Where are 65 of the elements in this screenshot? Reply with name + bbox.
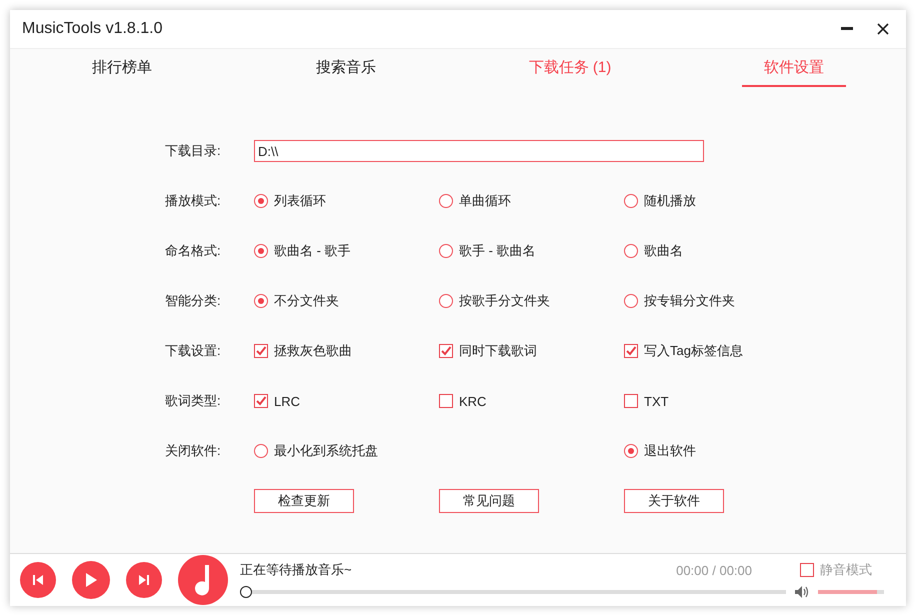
progress-track[interactable] xyxy=(240,586,786,598)
radio-button[interactable] xyxy=(439,244,453,258)
window-title: MusicTools v1.8.1.0 xyxy=(22,20,163,38)
radio-button[interactable] xyxy=(439,194,453,208)
tab[interactable]: 下载任务 (1) xyxy=(508,49,632,87)
option-label: 拯救灰色歌曲 xyxy=(274,342,352,360)
mute-label: 静音模式 xyxy=(820,561,872,579)
radio-button[interactable] xyxy=(624,294,638,308)
field-label: 下载目录: xyxy=(165,142,222,160)
action-button[interactable]: 检查更新 xyxy=(254,489,354,513)
play-button[interactable] xyxy=(72,561,110,599)
field-label: 关闭软件: xyxy=(165,442,222,460)
radio-button[interactable] xyxy=(624,244,638,258)
next-button[interactable] xyxy=(126,562,162,598)
tab[interactable]: 软件设置 xyxy=(742,49,846,87)
minimize-icon xyxy=(841,27,853,31)
action-button[interactable]: 关于软件 xyxy=(624,489,724,513)
radio-button[interactable] xyxy=(254,194,268,208)
input-field[interactable]: D:\\ xyxy=(254,140,704,162)
checkbox[interactable] xyxy=(254,394,268,408)
radio-button[interactable] xyxy=(624,444,638,458)
option-label: 同时下载歌词 xyxy=(459,342,537,360)
next-icon xyxy=(138,574,150,586)
field-label: 智能分类: xyxy=(165,292,222,310)
option-label: 按歌手分文件夹 xyxy=(459,292,550,310)
time-text: 00:00 / 00:00 xyxy=(676,562,752,578)
field-label: 播放模式: xyxy=(165,192,222,210)
radio-button[interactable] xyxy=(254,444,268,458)
option-label: 歌曲名 xyxy=(644,242,683,260)
checkbox[interactable] xyxy=(624,394,638,408)
radio-button[interactable] xyxy=(624,194,638,208)
previous-icon xyxy=(32,574,44,586)
field-label: 歌词类型: xyxy=(165,392,222,410)
option-label: 歌手 - 歌曲名 xyxy=(459,242,536,260)
option-label: 列表循环 xyxy=(274,192,326,210)
checkbox[interactable] xyxy=(624,344,638,358)
option-label: 最小化到系统托盘 xyxy=(274,442,378,460)
field-label: 下载设置: xyxy=(165,342,222,360)
tab[interactable]: 排行榜单 xyxy=(70,49,174,87)
previous-button[interactable] xyxy=(20,562,56,598)
radio-button[interactable] xyxy=(254,244,268,258)
field-label: 命名格式: xyxy=(165,242,222,260)
option-label: KRC xyxy=(459,394,486,408)
option-label: 按专辑分文件夹 xyxy=(644,292,735,310)
radio-button[interactable] xyxy=(254,294,268,308)
option-label: 写入Tag标签信息 xyxy=(644,342,743,360)
checkbox[interactable] xyxy=(439,344,453,358)
status-text: 正在等待播放音乐~ xyxy=(240,561,353,579)
checkbox[interactable] xyxy=(254,344,268,358)
option-label: 歌曲名 - 歌手 xyxy=(274,242,351,260)
play-icon xyxy=(84,572,98,588)
option-label: 不分文件夹 xyxy=(274,292,339,310)
action-button[interactable]: 常见问题 xyxy=(439,489,539,513)
close-icon xyxy=(877,23,889,35)
option-label: LRC xyxy=(274,394,300,408)
option-label: 退出软件 xyxy=(644,442,696,460)
radio-button[interactable] xyxy=(439,294,453,308)
option-label: TXT xyxy=(644,394,669,408)
checkbox[interactable] xyxy=(800,563,814,577)
speaker-icon[interactable] xyxy=(794,585,810,599)
option-label: 单曲循环 xyxy=(459,192,511,210)
checkbox[interactable] xyxy=(439,394,453,408)
progress-handle[interactable] xyxy=(240,586,252,598)
option-label: 随机播放 xyxy=(644,192,696,210)
tab[interactable]: 搜索音乐 xyxy=(294,49,398,87)
